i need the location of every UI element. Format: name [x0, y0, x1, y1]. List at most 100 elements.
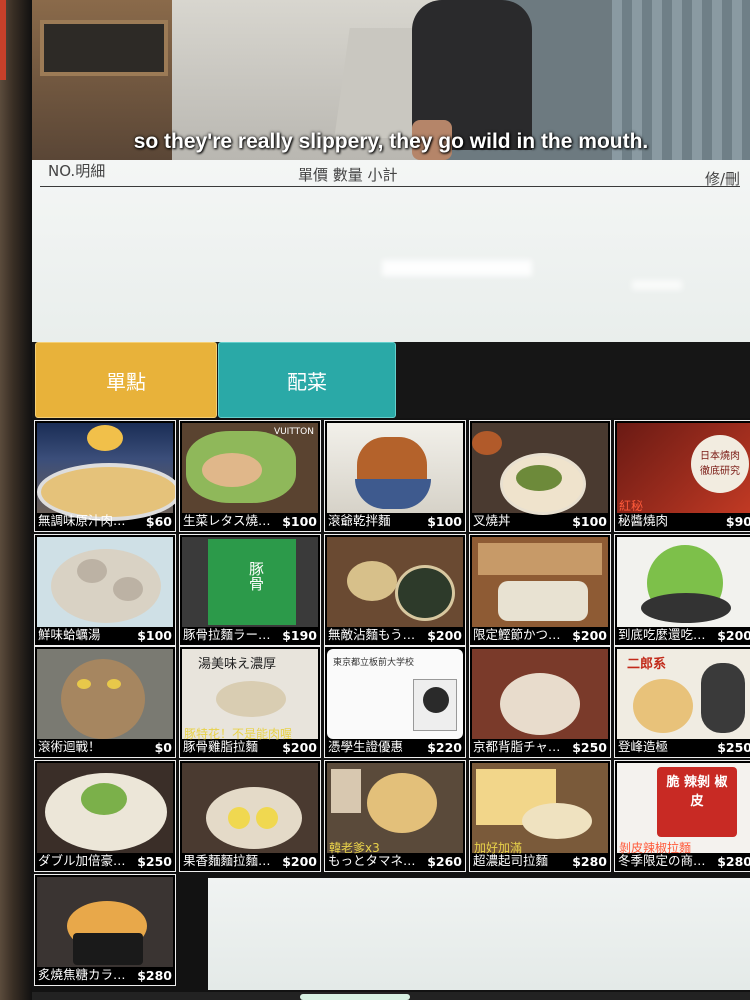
item-name: ダブル加倍豪…	[38, 853, 126, 868]
photo-card-text: 東京都立板前大学校	[333, 658, 415, 668]
item-price: $100	[427, 514, 462, 529]
item-price: $200	[282, 740, 317, 755]
food-photo	[182, 763, 318, 853]
item-name: 果香麵麵拉麵…	[183, 853, 271, 868]
item-price: $220	[427, 740, 462, 755]
menu-item[interactable]: 二郎系 登峰造極 $250	[614, 646, 750, 758]
item-name: 生菜レタス燒…	[183, 513, 271, 528]
screen-glare-2	[632, 280, 682, 290]
item-name: 炙燒焦糖カラ…	[38, 967, 126, 982]
food-photo	[472, 423, 608, 515]
item-name: 豚骨雞脂拉麵	[183, 739, 259, 754]
food-photo	[37, 423, 175, 521]
item-name: 京都背脂チャ…	[473, 739, 561, 754]
item-price: $200	[717, 628, 750, 643]
grid-empty-area	[208, 878, 750, 990]
food-photo	[472, 537, 608, 627]
item-name: 叉燒丼	[473, 513, 511, 528]
menu-item[interactable]: 京都背脂チャ… $250	[469, 646, 611, 758]
food-photo: 韓老爹x3	[327, 763, 463, 855]
menu-item[interactable]: 限定鰹節かつ… $200	[469, 534, 611, 646]
menu-item[interactable]: ダブル加倍豪… $250	[34, 760, 176, 872]
food-photo	[37, 763, 173, 853]
tab-side-dish[interactable]: 配菜	[218, 342, 396, 418]
food-photo	[327, 423, 463, 513]
photo-sign-text: 豚骨	[247, 561, 265, 591]
home-indicator[interactable]	[300, 994, 410, 1000]
menu-grid: 無調味原汁肉… $60 VUITTON 生菜レタス燒… $100 滾爺乾拌麵 $…	[32, 418, 750, 992]
item-price: $100	[572, 514, 607, 529]
food-photo: 東京都立板前大学校	[327, 649, 463, 739]
category-tabs: 單點 配菜	[32, 342, 750, 418]
item-name: 超濃起司拉麵	[473, 853, 549, 868]
item-price: $260	[427, 854, 462, 869]
item-name: 到底吃麼還吃…	[618, 627, 706, 642]
menu-item[interactable]: 豚骨 豚骨拉麵ラー… $190	[179, 534, 321, 646]
order-header-no: NO.明細	[48, 162, 106, 180]
menu-item[interactable]: 到底吃麼還吃… $200	[614, 534, 750, 646]
food-photo: 加好加滿	[472, 763, 608, 855]
menu-item[interactable]: VUITTON 生菜レタス燒… $100	[179, 420, 321, 532]
item-price: $90	[725, 514, 750, 529]
menu-item[interactable]: 韓老爹x3 もっとタマネ… $260	[324, 760, 466, 872]
item-price: $100	[137, 628, 172, 643]
food-photo: 脆 辣剝 椒皮 剝皮辣椒拉麵	[617, 763, 750, 855]
food-photo	[37, 649, 173, 739]
screen-glare	[382, 260, 532, 276]
menu-item[interactable]: 滾術迴戰！ $0	[34, 646, 176, 758]
item-price: $200	[427, 628, 462, 643]
item-price: $280	[137, 968, 172, 983]
bezel-red-edge	[0, 0, 6, 80]
food-photo: 日本燒肉 徹底研究 紅秘	[617, 423, 750, 513]
menu-item[interactable]: 叉燒丼 $100	[469, 420, 611, 532]
video-overlay: so they're really slippery, they go wild…	[32, 0, 750, 160]
item-name: 滾術迴戰！	[38, 739, 101, 754]
item-name: 豚骨拉麵ラー…	[183, 627, 271, 642]
item-name: もっとタマネ…	[328, 853, 416, 868]
item-price: $250	[137, 854, 172, 869]
menu-item[interactable]: 加好加滿 超濃起司拉麵 $280	[469, 760, 611, 872]
food-photo: 湯美味え濃厚 豚特花！不是能肉喔	[182, 649, 318, 741]
order-panel: NO.明細 單價 數量 小計 修/刪	[32, 160, 750, 342]
photo-sign-text: 二郎系	[627, 657, 667, 672]
item-price: $280	[717, 854, 750, 869]
tab-single-item[interactable]: 單點	[35, 342, 217, 418]
food-photo	[37, 537, 173, 627]
item-name: 無調味原汁肉…	[38, 513, 126, 528]
item-price: $100	[282, 514, 317, 529]
order-header-edit: 修/刪	[704, 170, 740, 188]
item-name: 限定鰹節かつ…	[473, 627, 561, 642]
menu-item[interactable]: 滾爺乾拌麵 $100	[324, 420, 466, 532]
item-price: $0	[154, 740, 172, 755]
food-photo: 二郎系	[617, 649, 750, 739]
menu-item[interactable]: 脆 辣剝 椒皮 剝皮辣椒拉麵 冬季限定の商… $280	[614, 760, 750, 872]
food-photo: 豚骨	[182, 537, 318, 627]
video-subtitle: so they're really slippery, they go wild…	[133, 130, 649, 153]
food-photo	[617, 537, 750, 627]
item-name: 滾爺乾拌麵	[328, 513, 391, 528]
item-name: 鮮味蛤蠣湯	[38, 627, 101, 642]
item-name: 冬季限定の商…	[618, 853, 706, 868]
menu-item[interactable]: 日本燒肉 徹底研究 紅秘 秘醬燒肉 $90	[614, 420, 750, 532]
order-header-columns: 單價 數量 小計	[298, 166, 398, 184]
food-photo	[472, 649, 608, 739]
photo-badge-text: 日本燒肉 徹底研究	[700, 451, 740, 477]
food-photo	[327, 537, 463, 627]
item-name: 無敵沾麵もう…	[328, 627, 416, 642]
menu-item[interactable]: 東京都立板前大学校 憑學生證優惠 $220	[324, 646, 466, 758]
menu-item[interactable]: 鮮味蛤蠣湯 $100	[34, 534, 176, 646]
item-price: $250	[572, 740, 607, 755]
photo-sign-text: 湯美味え濃厚	[198, 657, 277, 672]
item-price: $60	[145, 514, 172, 529]
screen-bezel	[0, 0, 32, 1000]
menu-item[interactable]: 無調味原汁肉… $60	[34, 420, 176, 532]
food-photo	[37, 877, 173, 967]
menu-item[interactable]: 無敵沾麵もう… $200	[324, 534, 466, 646]
menu-item[interactable]: 湯美味え濃厚 豚特花！不是能肉喔 豚骨雞脂拉麵 $200	[179, 646, 321, 758]
menu-item[interactable]: 果香麵麵拉麵… $200	[179, 760, 321, 872]
item-name: 秘醬燒肉	[618, 513, 669, 528]
item-price: $200	[282, 854, 317, 869]
menu-item[interactable]: 炙燒焦糖カラ… $280	[34, 874, 176, 986]
order-header: NO.明細 單價 數量 小計 修/刪	[40, 160, 740, 188]
photo-brand-text: VUITTON	[273, 427, 314, 437]
